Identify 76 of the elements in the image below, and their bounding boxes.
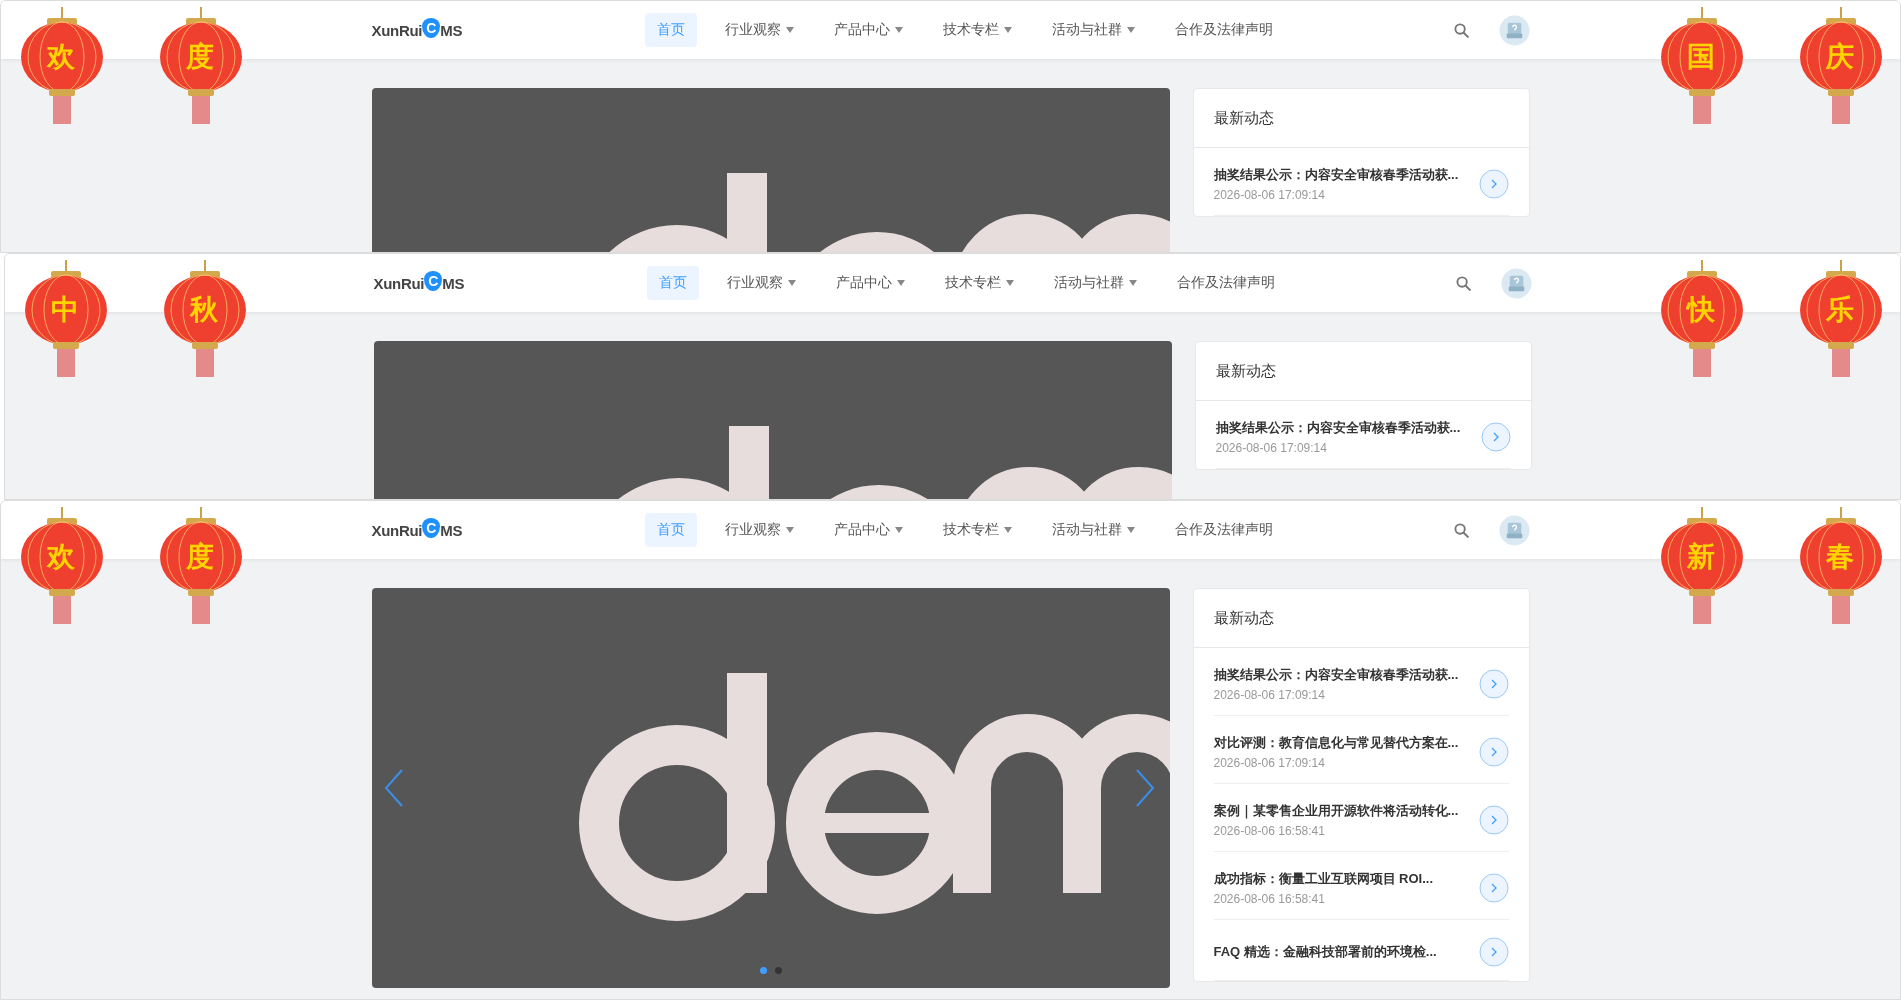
chevron-right-button[interactable] xyxy=(1478,736,1509,767)
search-icon[interactable] xyxy=(1455,275,1471,291)
news-date: 2026-08-06 16:58:41 xyxy=(1213,892,1326,906)
logo-text[interactable]: MS xyxy=(440,521,463,539)
search-icon[interactable] xyxy=(1453,522,1469,538)
news-date: 2026-08-06 17:09:14 xyxy=(1215,441,1328,455)
nav-tab[interactable]: 合作及法律声明 xyxy=(1162,513,1285,547)
lantern-label: 新 xyxy=(1687,541,1715,573)
avatar-icon[interactable] xyxy=(1498,14,1530,46)
lantern-label: 欢 xyxy=(47,41,75,73)
nav-tab[interactable]: 活动与社群 xyxy=(1039,13,1147,47)
chevron-right-button[interactable] xyxy=(1478,668,1509,699)
lantern-icon xyxy=(1798,7,1884,127)
nav-tab[interactable]: 行业观察 xyxy=(712,13,806,47)
logo-text[interactable]: XunRui xyxy=(373,274,425,292)
lantern-label: 快 xyxy=(1687,294,1715,326)
chevron-right-button[interactable] xyxy=(1478,872,1509,903)
lantern-label: 度 xyxy=(186,41,214,73)
lantern-icon xyxy=(1659,7,1745,127)
logo-text[interactable]: XunRui xyxy=(371,521,423,539)
lantern-icon xyxy=(19,507,105,627)
logo-text[interactable]: XunRui xyxy=(371,21,423,39)
lantern-label: 中 xyxy=(51,294,79,326)
nav-tab[interactable]: 活动与社群 xyxy=(1039,513,1147,547)
nav-tab[interactable]: 技术专栏 xyxy=(932,266,1026,300)
lantern-label: 度 xyxy=(186,541,214,573)
chevron-right-button[interactable] xyxy=(1478,937,1509,967)
nav-tab[interactable]: 技术专栏 xyxy=(930,513,1024,547)
lantern-label: 秋 xyxy=(190,294,218,326)
card-title: 最新动态 xyxy=(1193,589,1529,648)
lantern-icon xyxy=(162,260,248,380)
news-date: 2026-08-06 17:09:14 xyxy=(1213,688,1326,702)
lantern-label: 春 xyxy=(1826,541,1854,573)
nav-tab[interactable]: 行业观察 xyxy=(712,513,806,547)
lantern-icon xyxy=(1798,507,1884,627)
carousel-dot[interactable] xyxy=(759,967,767,974)
logo-text[interactable]: MS xyxy=(442,274,465,292)
nav-tab[interactable]: 合作及法律声明 xyxy=(1164,266,1287,300)
news-date: 2026-08-06 17:09:14 xyxy=(1213,756,1326,770)
lantern-icon xyxy=(1798,260,1884,380)
lantern-label: 庆 xyxy=(1826,41,1854,73)
nav-tab[interactable]: 合作及法律声明 xyxy=(1162,13,1285,47)
lantern-label: 国 xyxy=(1687,41,1715,73)
nav-tab[interactable]: 产品中心 xyxy=(821,513,915,547)
chevron-right-button[interactable] xyxy=(1480,421,1511,452)
nav-tab[interactable]: 产品中心 xyxy=(821,13,915,47)
carousel-dot[interactable] xyxy=(774,967,782,974)
news-title[interactable]: 抽奖结果公示：内容安全审核春季活动获... xyxy=(1215,418,1465,438)
news-date: 2026-08-06 16:58:41 xyxy=(1213,824,1326,838)
news-title[interactable]: 抽奖结果公示：内容安全审核春季活动获... xyxy=(1213,665,1463,685)
nav-tab[interactable]: 产品中心 xyxy=(823,266,917,300)
lantern-icon xyxy=(1659,507,1745,627)
news-title[interactable]: 抽奖结果公示：内容安全审核春季活动获... xyxy=(1213,165,1463,185)
nav-tab[interactable]: 活动与社群 xyxy=(1041,266,1149,300)
news-title[interactable]: 成功指标：衡量工业互联网项目 ROI... xyxy=(1213,869,1463,889)
card-title: 最新动态 xyxy=(1195,342,1531,401)
card-title: 最新动态 xyxy=(1193,89,1529,148)
lantern-icon xyxy=(23,260,109,380)
nav-tab[interactable]: 行业观察 xyxy=(714,266,808,300)
lantern-icon xyxy=(1659,260,1745,380)
avatar-icon[interactable] xyxy=(1498,514,1530,546)
lantern-icon xyxy=(19,7,105,127)
news-title[interactable]: FAQ 精选：金融科技部署前的环境检... xyxy=(1213,942,1463,962)
nav-tab[interactable]: 技术专栏 xyxy=(930,13,1024,47)
lantern-label: 乐 xyxy=(1826,294,1854,326)
chevron-right-button[interactable] xyxy=(1478,804,1509,835)
lantern-icon xyxy=(158,507,244,627)
news-title[interactable]: 案例｜某零售企业用开源软件将活动转化... xyxy=(1213,801,1463,821)
logo-text[interactable]: MS xyxy=(440,21,463,39)
chevron-right-button[interactable] xyxy=(1478,168,1509,199)
news-title[interactable]: 对比评测：教育信息化与常见替代方案在... xyxy=(1213,733,1463,753)
avatar-icon[interactable] xyxy=(1500,267,1532,299)
news-date: 2026-08-06 17:09:14 xyxy=(1213,188,1326,202)
lantern-icon xyxy=(158,7,244,127)
lantern-label: 欢 xyxy=(47,541,75,573)
search-icon[interactable] xyxy=(1453,22,1469,38)
